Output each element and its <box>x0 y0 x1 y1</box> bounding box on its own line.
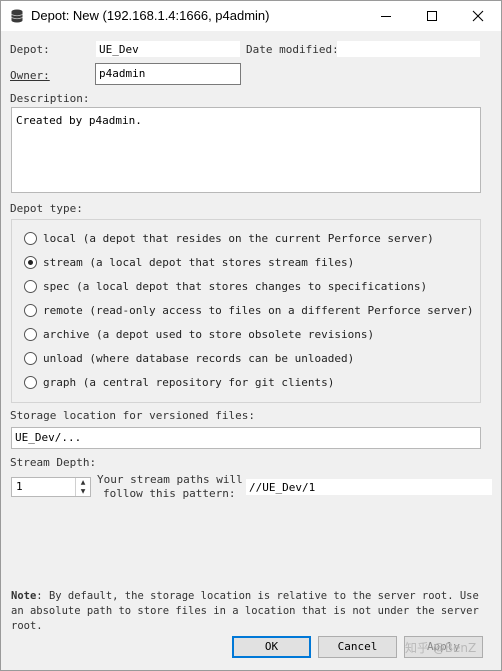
close-button[interactable] <box>455 1 501 31</box>
chevron-up-icon[interactable]: ▲ <box>76 478 90 487</box>
depot-type-label: Depot type: <box>10 202 83 215</box>
depot-name-field[interactable]: UE_Dev <box>95 40 241 58</box>
radio-button[interactable] <box>24 304 37 317</box>
date-modified-label: Date modified: <box>246 43 339 56</box>
storage-location-field[interactable]: UE_Dev/... <box>11 427 481 449</box>
minimize-button[interactable] <box>363 1 409 31</box>
note-text: Note: By default, the storage location i… <box>11 589 495 634</box>
depot-label: Depot: <box>10 43 50 56</box>
stream-depth-spinner[interactable]: 1 ▲ ▼ <box>11 477 91 497</box>
depot-dialog: Depot: New (192.168.1.4:1666, p4admin) D… <box>0 0 502 671</box>
ok-button[interactable]: OK <box>232 636 311 658</box>
description-label: Description: <box>10 92 90 105</box>
pattern-text-line2: follow this pattern: <box>103 487 236 500</box>
title-bar: Depot: New (192.168.1.4:1666, p4admin) <box>1 1 501 31</box>
radio-button-selected[interactable] <box>24 256 37 269</box>
window-title: Depot: New (192.168.1.4:1666, p4admin) <box>31 8 270 23</box>
owner-field[interactable]: p4admin <box>95 63 241 85</box>
radio-label: graph (a central repository for git clie… <box>43 376 335 389</box>
radio-button[interactable] <box>24 352 37 365</box>
radio-button[interactable] <box>24 232 37 245</box>
stream-pattern-field: //UE_Dev/1 <box>245 478 493 496</box>
radio-label: remote (read-only access to files on a d… <box>43 304 474 317</box>
radio-label: unload (where database records can be un… <box>43 352 355 365</box>
close-icon <box>472 10 484 22</box>
stream-depth-value: 1 <box>16 480 23 493</box>
radio-label: spec (a local depot that stores changes … <box>43 280 428 293</box>
radio-label: archive (a depot used to store obsolete … <box>43 328 375 341</box>
date-modified-field <box>336 40 481 58</box>
database-icon <box>11 9 23 23</box>
radio-label: local (a depot that resides on the curre… <box>43 232 434 245</box>
minimize-icon <box>381 16 391 17</box>
depot-type-group: local (a depot that resides on the curre… <box>11 219 481 403</box>
chevron-down-icon[interactable]: ▼ <box>76 487 90 496</box>
storage-location-label: Storage location for versioned files: <box>10 409 256 422</box>
note-bold: Note <box>11 590 37 602</box>
radio-button[interactable] <box>24 328 37 341</box>
description-textarea[interactable]: Created by p4admin. <box>11 107 481 193</box>
spinner-buttons: ▲ ▼ <box>75 478 90 496</box>
cancel-button[interactable]: Cancel <box>318 636 397 658</box>
watermark-text: 知乎 @BenZ <box>405 641 477 655</box>
radio-button[interactable] <box>24 376 37 389</box>
radio-button[interactable] <box>24 280 37 293</box>
stream-depth-label: Stream Depth: <box>10 456 97 469</box>
pattern-text-line1: Your stream paths will <box>97 473 243 486</box>
note-body: : By default, the storage location is re… <box>11 590 479 632</box>
maximize-icon <box>427 11 437 21</box>
maximize-button[interactable] <box>409 1 455 31</box>
owner-label: Owner: <box>10 69 50 82</box>
radio-label: stream (a local depot that stores stream… <box>43 256 355 269</box>
